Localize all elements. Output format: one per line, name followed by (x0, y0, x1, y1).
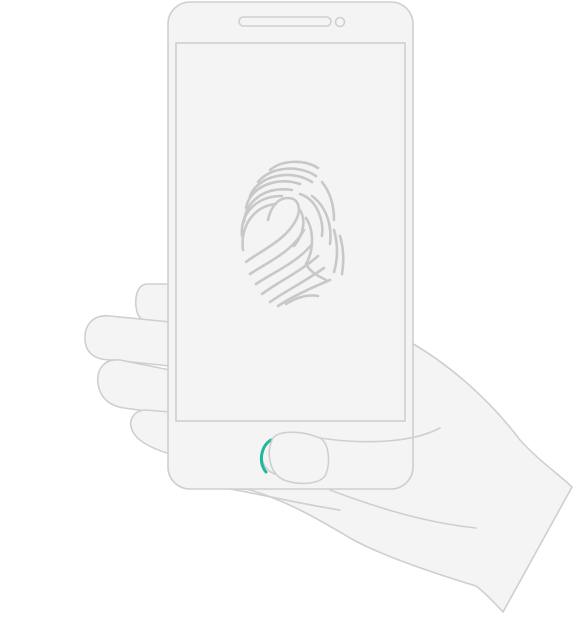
phone-speaker (238, 16, 332, 27)
hand-finger-top (134, 283, 171, 325)
illustration-canvas (84, 1, 573, 613)
hand-finger-middle (96, 359, 171, 415)
hand-holding-phone-illustration (0, 0, 580, 617)
hand-finger-index (84, 315, 171, 367)
hand-finger-ring (130, 409, 171, 455)
phone-camera (334, 16, 346, 28)
hand-thumb (268, 431, 330, 485)
phone-screen (175, 42, 406, 422)
